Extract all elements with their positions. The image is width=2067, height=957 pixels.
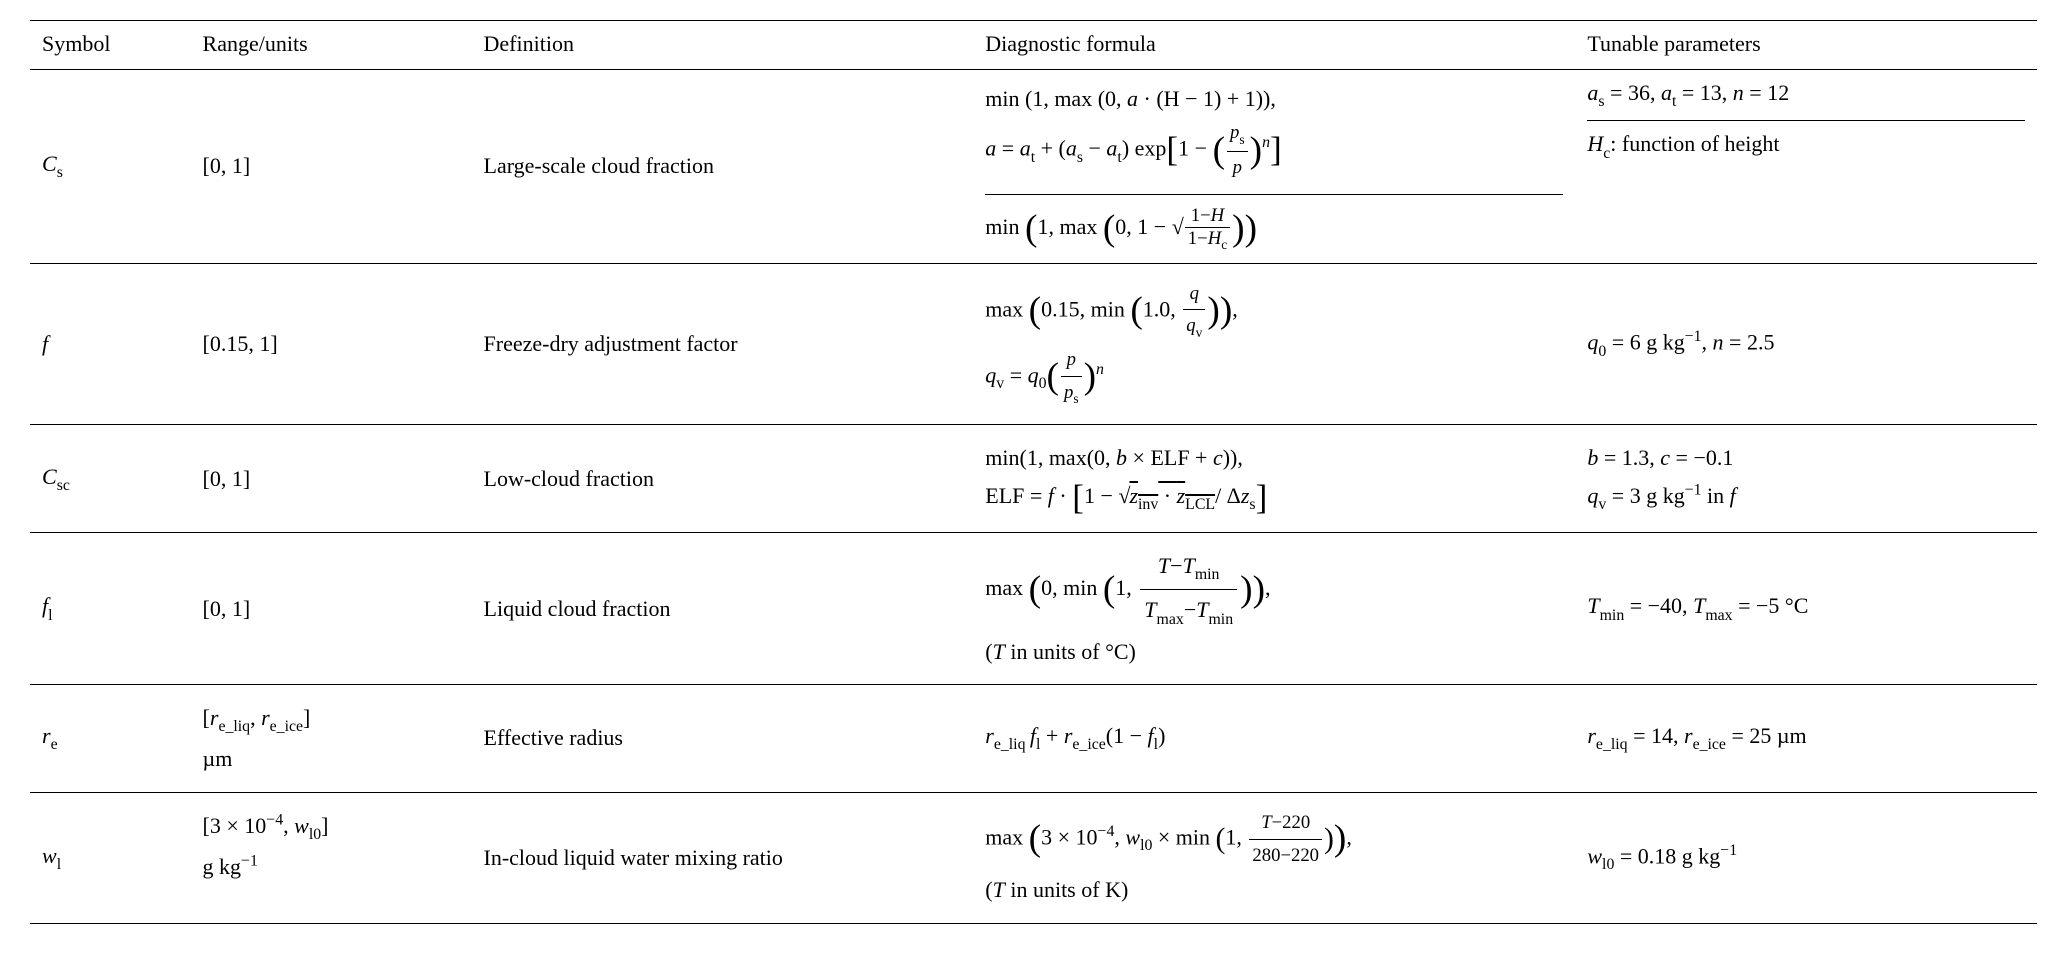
cell-symbol-f: f [30, 263, 191, 425]
cloud-diagnostics-table: Symbol Range/units Definition Diagnostic… [30, 20, 2037, 924]
header-range: Range/units [191, 21, 472, 70]
header-tunable: Tunable parameters [1575, 21, 2037, 70]
cell-tunable-wl: wl0 = 0.18 g kg−1 [1575, 792, 2037, 923]
cell-tunable-Csc: b = 1.3, c = −0.1 qv = 3 g kg−1 in f [1575, 425, 2037, 533]
cell-def-fl: Liquid cloud fraction [472, 533, 974, 685]
cell-range-f: [0.15, 1] [191, 263, 472, 425]
cell-symbol-wl: wl [30, 792, 191, 923]
table-header-row: Symbol Range/units Definition Diagnostic… [30, 21, 2037, 70]
row-Csc: Csc [0, 1] Low-cloud fraction min(1, max… [30, 425, 2037, 533]
cell-def-re: Effective radius [472, 685, 974, 793]
row-wl: wl [3 × 10−4, wl0] g kg−1 In-cloud liqui… [30, 792, 2037, 923]
cell-range-Cs: [0, 1] [191, 70, 472, 264]
cell-def-wl: In-cloud liquid water mixing ratio [472, 792, 974, 923]
cell-symbol-re: re [30, 685, 191, 793]
row-re: re [re_liq, re_ice] µm Effective radius … [30, 685, 2037, 793]
header-formula: Diagnostic formula [973, 21, 1575, 70]
row-Cs: Cs [0, 1] Large-scale cloud fraction min… [30, 70, 2037, 264]
header-definition: Definition [472, 21, 974, 70]
cell-symbol-fl: fl [30, 533, 191, 685]
cell-range-wl: [3 × 10−4, wl0] g kg−1 [191, 792, 472, 923]
cell-formula-f: max (0.15, min (1.0, qqv)), qv = q0(pps)… [973, 263, 1575, 425]
cell-def-Csc: Low-cloud fraction [472, 425, 974, 533]
header-symbol: Symbol [30, 21, 191, 70]
Cs-formula-1: min (1, max (0, a · (H − 1) + 1)), a = a… [985, 70, 1563, 194]
row-f: f [0.15, 1] Freeze-dry adjustment factor… [30, 263, 2037, 425]
cell-def-f: Freeze-dry adjustment factor [472, 263, 974, 425]
cell-range-fl: [0, 1] [191, 533, 472, 685]
cell-symbol-Csc: Csc [30, 425, 191, 533]
cell-formula-fl: max (0, min (1, T−TminTmax−Tmin)), (T in… [973, 533, 1575, 685]
row-fl: fl [0, 1] Liquid cloud fraction max (0, … [30, 533, 2037, 685]
cell-formula-Cs: min (1, max (0, a · (H − 1) + 1)), a = a… [973, 70, 1575, 264]
cell-formula-re: re_liq fl + re_ice(1 − fl) [973, 685, 1575, 793]
cell-formula-wl: max (3 × 10−4, wl0 × min (1, T−220280−22… [973, 792, 1575, 923]
cell-symbol-Cs: Cs [30, 70, 191, 264]
cell-tunable-re: re_liq = 14, re_ice = 25 µm [1575, 685, 2037, 793]
Cs-tunable-2: Hc: function of height [1587, 120, 2025, 171]
Cs-formula-2: min (1, max (0, 1 − 1−H1−Hc)) [985, 194, 1563, 263]
cell-def-Cs: Large-scale cloud fraction [472, 70, 974, 264]
Cs-tunable-1: as = 36, at = 13, n = 12 [1587, 70, 2025, 120]
cell-tunable-f: q0 = 6 g kg−1, n = 2.5 [1575, 263, 2037, 425]
cell-tunable-fl: Tmin = −40, Tmax = −5 °C [1575, 533, 2037, 685]
cell-range-re: [re_liq, re_ice] µm [191, 685, 472, 793]
cell-tunable-Cs: as = 36, at = 13, n = 12 Hc: function of… [1575, 70, 2037, 264]
cell-formula-Csc: min(1, max(0, b × ELF + c)), ELF = f · [… [973, 425, 1575, 533]
cell-range-Csc: [0, 1] [191, 425, 472, 533]
